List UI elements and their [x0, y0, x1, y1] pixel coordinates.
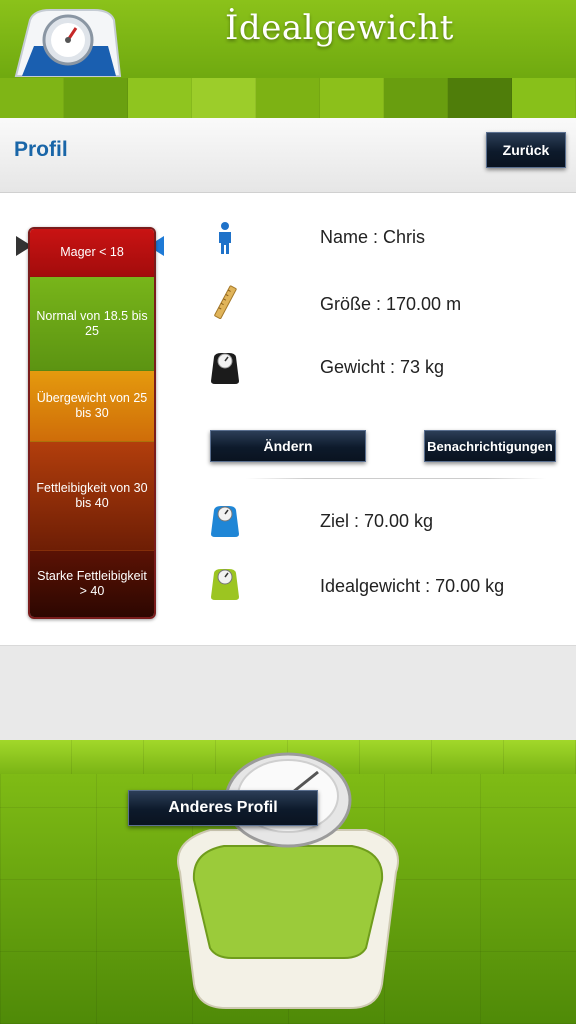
back-button[interactable]: Zurück — [486, 132, 566, 168]
scale-blue-icon — [211, 506, 239, 537]
bmi-segment-underweight: Mager < 18 — [30, 229, 154, 277]
bmi-segment-normal: Normal von 18.5 bis 25 — [30, 277, 154, 371]
height-label: Größe : 170.00 m — [320, 294, 462, 314]
page-header-bar: Profil Zurück — [0, 118, 576, 193]
edit-button[interactable]: Ändern — [210, 430, 366, 462]
page-title: Profil — [14, 138, 68, 161]
section-divider — [246, 478, 546, 479]
profile-panel: Mager < 18 Normal von 18.5 bis 25 Überge… — [0, 193, 576, 646]
notifications-button[interactable]: Benachrichtigungen — [424, 430, 556, 462]
scale-logo-icon — [14, 9, 122, 77]
bmi-segment-overweight: Übergewicht von 25 bis 30 — [30, 371, 154, 442]
goal-label: Ziel : 70.00 kg — [320, 511, 434, 531]
weight-label: Gewicht : 73 kg — [320, 357, 445, 377]
app-header: İdealgewicht — [0, 0, 576, 118]
bmi-segment-severe-obese: Starke Fettleibigkeit > 40 — [30, 551, 154, 617]
name-label: Name : Chris — [320, 227, 426, 247]
app-title: İdealgewicht — [225, 8, 454, 48]
scale-black-icon — [211, 353, 239, 384]
ruler-icon — [214, 285, 237, 319]
scale-green-icon — [211, 569, 239, 600]
header-tiles — [0, 78, 576, 118]
bmi-segment-obese: Fettleibigkeit von 30 bis 40 — [30, 442, 154, 551]
other-profile-button[interactable]: Anderes Profil — [128, 790, 318, 826]
person-icon — [219, 222, 231, 254]
bmi-scale: Mager < 18 Normal von 18.5 bis 25 Überge… — [28, 227, 156, 619]
ideal-weight-label: Idealgewicht : 70.00 kg — [320, 576, 505, 596]
